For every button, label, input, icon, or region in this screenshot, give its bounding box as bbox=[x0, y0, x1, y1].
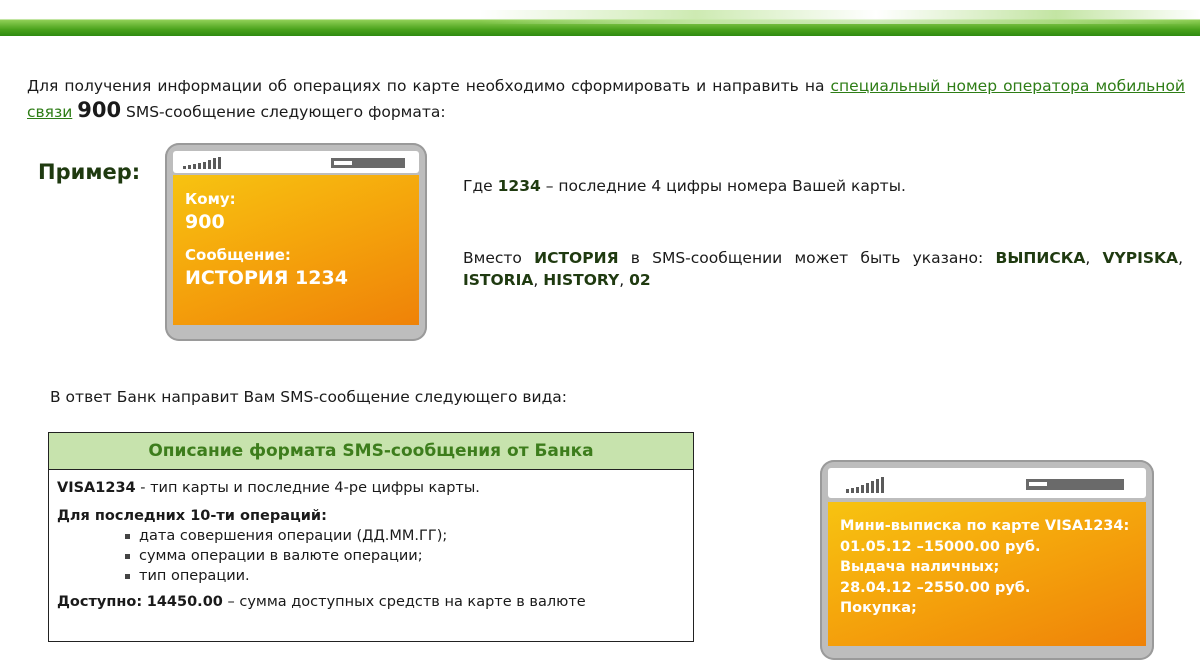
keyword-option: ВЫПИСКА bbox=[995, 249, 1086, 267]
list-item: тип операции. bbox=[125, 566, 685, 586]
where-prefix: Где bbox=[463, 177, 498, 195]
keyword-alternatives-note: Вместо ИСТОРИЯ в SMS-сообщении может быт… bbox=[463, 249, 1183, 289]
keyword-option: VYPISKA bbox=[1102, 249, 1179, 267]
short-number: 900 bbox=[77, 98, 122, 122]
card-digits-note: Где 1234 – последние 4 цифры номера Ваше… bbox=[463, 175, 906, 197]
intro-paragraph: Для получения информации об операциях по… bbox=[27, 74, 1185, 124]
card-desc: - тип карты и последние 4-ре цифры карты… bbox=[135, 480, 480, 496]
phone-screen: Мини-выписка по карте VISA1234: 01.05.12… bbox=[828, 502, 1146, 646]
operations-title: Для последних 10-ти операций: bbox=[57, 506, 685, 526]
signal-icon bbox=[846, 477, 884, 493]
phone-status-bar bbox=[828, 468, 1146, 498]
message-label: Сообщение: bbox=[185, 246, 291, 264]
available-desc: – сумма доступных средств на карте в вал… bbox=[222, 594, 586, 610]
operations-title-text: Для последних 10-ти операций: bbox=[57, 508, 327, 524]
sms-line: 01.05.12 –15000.00 руб. bbox=[840, 538, 1041, 555]
keyword-option: HISTORY bbox=[543, 271, 620, 289]
intro-text: Для получения информации об операциях по… bbox=[27, 77, 831, 95]
sms-line: Выдача наличных; bbox=[840, 559, 1000, 575]
reply-phone: Мини-выписка по карте VISA1234: 01.05.12… bbox=[820, 460, 1154, 660]
sms-line: Мини-выписка по карте VISA1234: bbox=[840, 518, 1130, 534]
phone-screen: Кому: 900 Сообщение: ИСТОРИЯ 1234 bbox=[173, 175, 419, 325]
sms-line: 28.04.12 –2550.00 руб. bbox=[840, 579, 1031, 596]
available-label: Доступно: bbox=[57, 594, 143, 610]
response-intro: В ответ Банк направит Вам SMS-сообщение … bbox=[50, 388, 568, 406]
battery-icon bbox=[331, 158, 405, 168]
message-value: ИСТОРИЯ 1234 bbox=[185, 267, 348, 289]
sms-format-table: Описание формата SMS-сообщения от Банка … bbox=[48, 432, 694, 642]
instead-prefix: Вместо bbox=[463, 249, 535, 267]
battery-icon bbox=[1026, 479, 1124, 490]
keyword-history: ИСТОРИЯ bbox=[534, 249, 619, 267]
available-row: Доступно: 14450.00 – сумма доступных сре… bbox=[57, 592, 685, 612]
intro-text-end: SMS-сообщение следующего формата: bbox=[121, 103, 446, 121]
instead-middle: в SMS-сообщении может быть указано: bbox=[618, 249, 996, 267]
where-suffix: – последние 4 цифры номера Вашей карты. bbox=[540, 177, 906, 195]
recipient-value: 900 bbox=[185, 211, 225, 233]
banner-decoration bbox=[480, 10, 1200, 24]
signal-icon bbox=[183, 157, 221, 169]
example-label: Пример: bbox=[38, 160, 141, 184]
list-item: дата совершения операции (ДД.ММ.ГГ); bbox=[125, 526, 685, 546]
recipient-label: Кому: bbox=[185, 190, 236, 208]
operations-list: дата совершения операции (ДД.ММ.ГГ); сум… bbox=[57, 526, 685, 586]
example-phone: Кому: 900 Сообщение: ИСТОРИЯ 1234 bbox=[165, 143, 427, 341]
sms-line: Покупка; bbox=[840, 600, 917, 616]
table-body: VISA1234 - тип карты и последние 4-ре ци… bbox=[49, 470, 693, 612]
card-code: VISA1234 bbox=[57, 480, 136, 496]
keyword-option: 02 bbox=[629, 271, 651, 289]
list-item: сумма операции в валюте операции; bbox=[125, 546, 685, 566]
available-value: 14450.00 bbox=[146, 594, 223, 610]
keyword-option: ISTORIA bbox=[463, 271, 534, 289]
card-type-row: VISA1234 - тип карты и последние 4-ре ци… bbox=[57, 478, 685, 498]
top-banner bbox=[0, 0, 1200, 36]
table-header: Описание формата SMS-сообщения от Банка bbox=[49, 433, 693, 470]
card-digits-code: 1234 bbox=[497, 177, 541, 195]
phone-status-bar bbox=[173, 151, 419, 173]
